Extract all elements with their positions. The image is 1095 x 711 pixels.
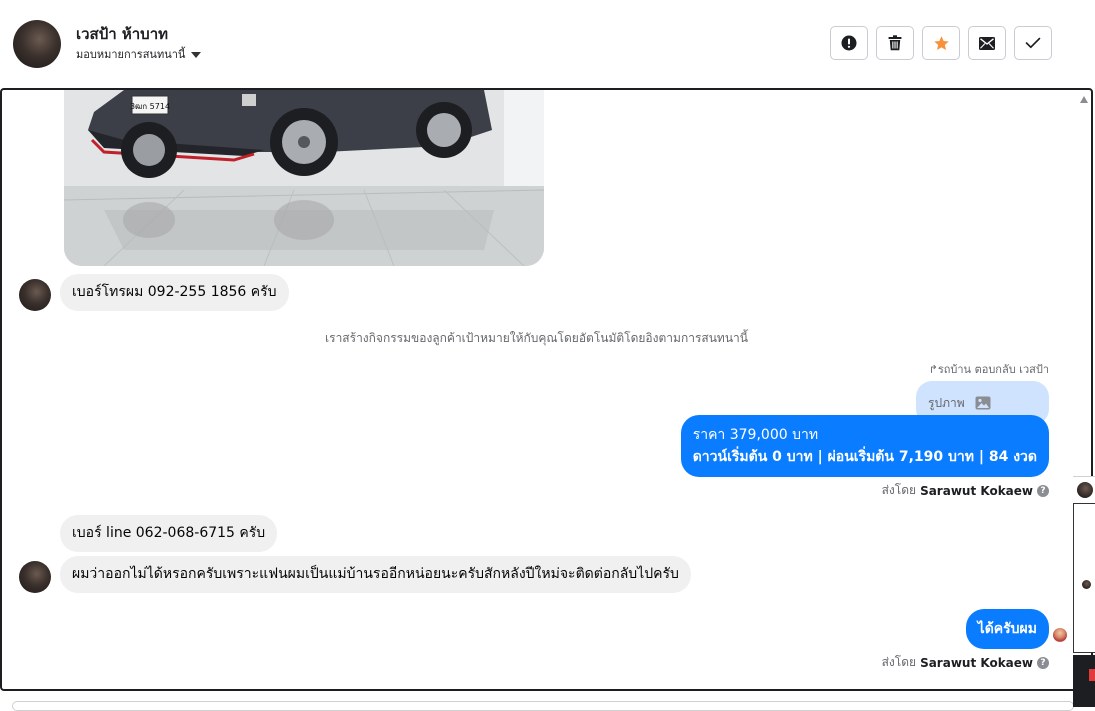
incoming-message-long[interactable]: ผมว่าออกไม่ได้หรอกครับเพราะแฟนผมเป็นแม่บ… (60, 556, 691, 593)
sender-avatar[interactable] (19, 279, 51, 311)
shared-car-photo[interactable]: 3ฒก 5714 (64, 90, 544, 266)
delete-button[interactable] (876, 26, 914, 60)
reply-arrow-icon: ↱ (928, 363, 938, 376)
sent-by-info: ส่งโดย Sarawut Kokaew ? (882, 653, 1049, 672)
outgoing-message-ok[interactable]: ได้ครับผม (965, 609, 1049, 649)
sender-avatar[interactable] (19, 561, 51, 593)
sent-by-prefix: ส่งโดย (881, 655, 917, 669)
side-avatar-small[interactable] (1082, 580, 1091, 589)
check-icon (1025, 37, 1041, 49)
contact-avatar[interactable] (13, 20, 61, 68)
mark-spam-button[interactable] (830, 26, 868, 60)
scroll-up-arrow[interactable] (1080, 96, 1088, 103)
help-icon[interactable]: ? (1037, 484, 1049, 497)
side-panel-body (1073, 503, 1095, 653)
sent-by-name: Sarawut Kokaew (920, 655, 1033, 670)
plate-text: 3ฒก 5714 (130, 102, 170, 111)
message-composer[interactable] (12, 701, 1074, 711)
star-button[interactable] (922, 26, 960, 60)
assign-label: มอบหมายการสนทนานี้ (76, 48, 186, 61)
price-line-1: ราคา 379,000 บาท (692, 427, 819, 443)
help-icon[interactable]: ? (1037, 656, 1049, 669)
side-panel-dark-strip (1073, 655, 1095, 707)
envelope-icon (979, 36, 995, 50)
sent-by-name: Sarawut Kokaew (920, 483, 1033, 498)
side-chat-panel (1073, 476, 1095, 707)
exclamation-icon (841, 35, 857, 51)
sent-by-prefix: ส่งโดย (881, 483, 917, 497)
mark-done-button[interactable] (1014, 26, 1052, 60)
trash-icon (888, 35, 902, 51)
quoted-label: รูปภาพ (928, 395, 965, 410)
sent-by-info: ส่งโดย Sarawut Kokaew ? (882, 481, 1049, 500)
outgoing-message-price[interactable]: ราคา 379,000 บาท ดาวน์เริ่มต้น 0 บาท | ผ… (680, 415, 1049, 477)
assign-conversation-dropdown[interactable]: มอบหมายการสนทนานี้ (76, 45, 202, 63)
system-note: เราสร้างกิจกรรมของลูกค้าเป้าหมายให้กับคุ… (325, 331, 748, 345)
price-line-2: ดาวน์เริ่มต้น 0 บาท | ผ่อนเริ่มต้น 7,190… (692, 449, 1037, 465)
reply-context-label: รถบ้าน ตอบกลับ เวสป้า (937, 363, 1049, 376)
mark-unread-button[interactable] (968, 26, 1006, 60)
conversation-toolbar (830, 26, 1052, 60)
car-image: 3ฒก 5714 (64, 90, 544, 266)
seen-indicator-avatar (1053, 628, 1067, 642)
caret-down-icon (191, 52, 202, 58)
side-panel-header (1073, 476, 1095, 504)
notification-badge (1089, 669, 1095, 681)
image-icon (975, 396, 991, 410)
reply-context: ↱รถบ้าน ตอบกลับ เวสป้า (929, 360, 1049, 378)
star-icon (933, 35, 949, 50)
contact-name[interactable]: เวสป้า ห้าบาท (76, 22, 168, 46)
message-thread[interactable]: 3ฒก 5714 เบอร์โทรผม 092-255 1856 ครับ เร… (0, 88, 1093, 691)
incoming-message-phone[interactable]: เบอร์โทรผม 092-255 1856 ครับ (60, 274, 289, 311)
conversation-header: เวสป้า ห้าบาท มอบหมายการสนทนานี้ (0, 0, 1095, 88)
incoming-message-line[interactable]: เบอร์ line 062-068-6715 ครับ (60, 515, 278, 552)
side-avatar[interactable] (1077, 482, 1093, 498)
